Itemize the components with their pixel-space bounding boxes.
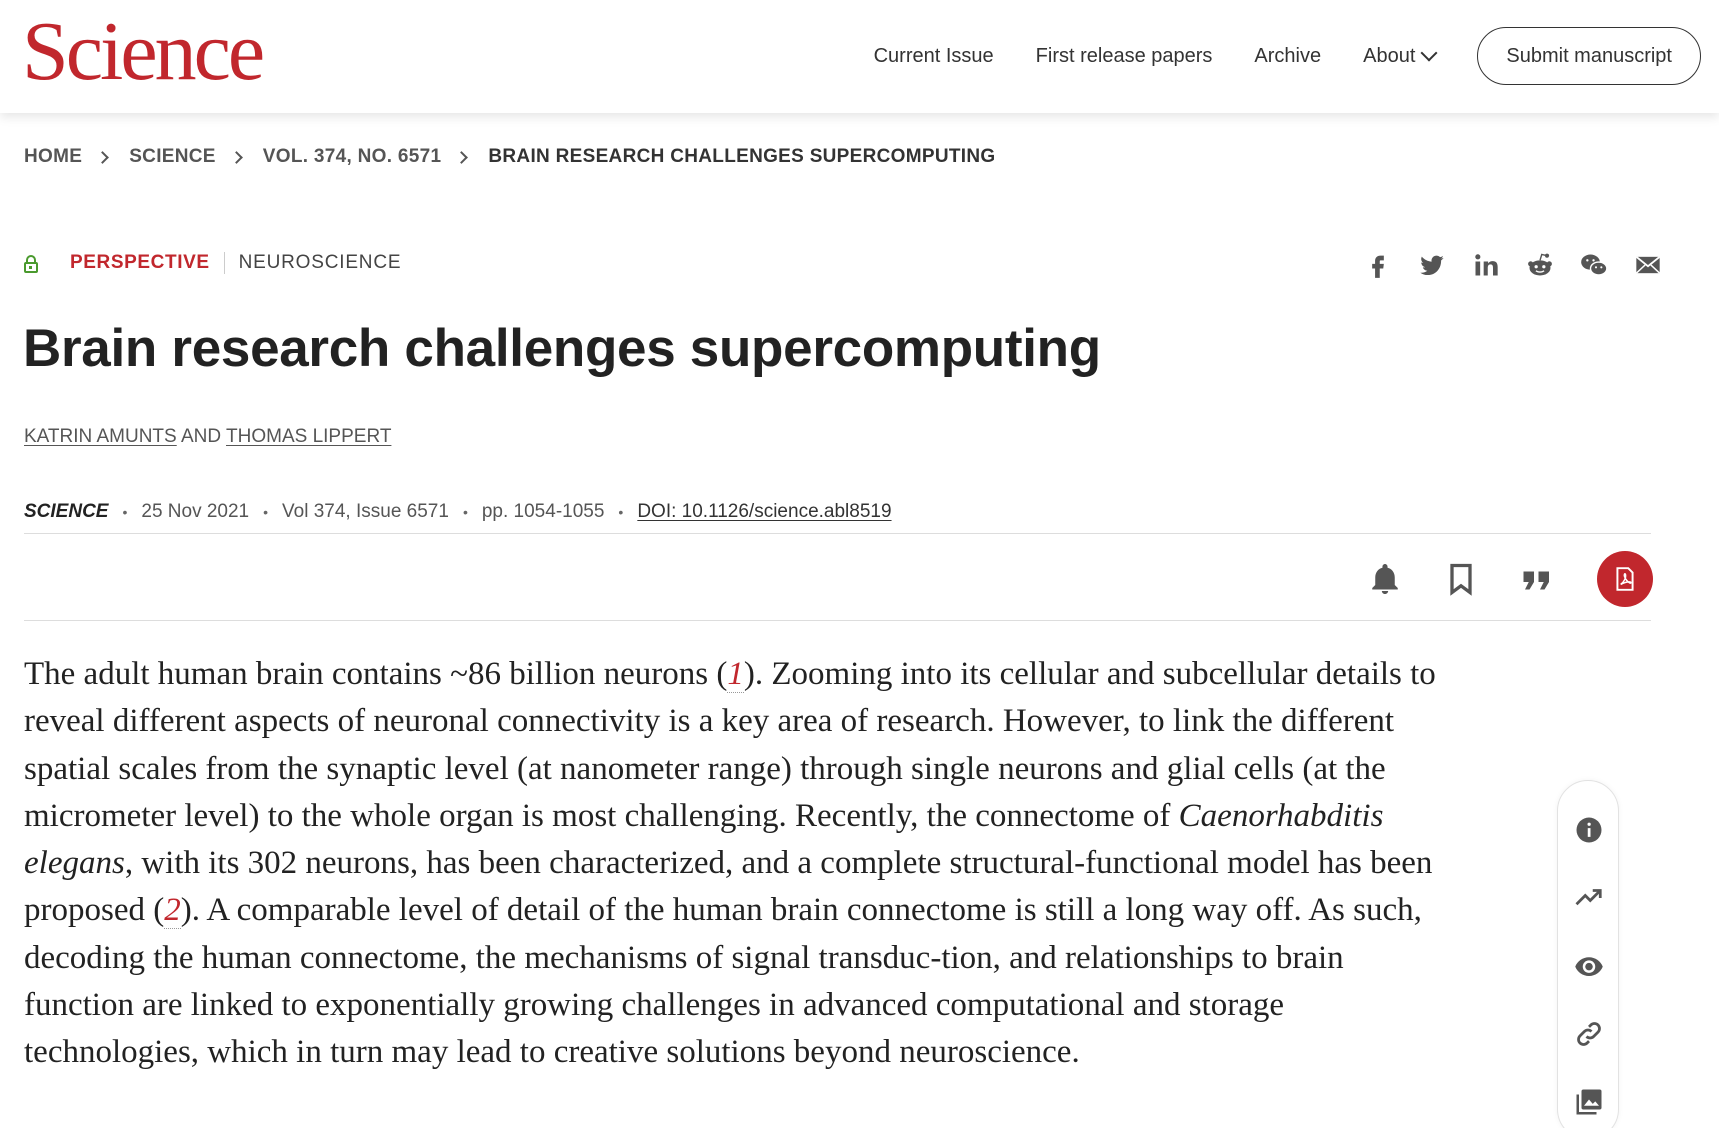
divider — [24, 533, 1651, 534]
breadcrumb-volume[interactable]: VOL. 374, NO. 6571 — [263, 146, 442, 168]
chevron-right-icon — [455, 150, 469, 164]
separator-dot: • — [263, 504, 269, 520]
nav-about[interactable]: About — [1363, 44, 1438, 68]
info-icon[interactable] — [1573, 814, 1605, 846]
side-toolbar — [1557, 780, 1619, 1128]
article-type: PERSPECTIVE — [70, 252, 225, 274]
divider — [24, 620, 1651, 621]
author-link[interactable]: THOMAS LIPPERT — [226, 426, 391, 447]
nav-label: Current Issue — [873, 44, 994, 67]
twitter-icon[interactable] — [1417, 250, 1447, 280]
nav-label: First release papers — [1035, 44, 1213, 67]
article-title: Brain research challenges supercomputing — [23, 319, 1101, 378]
page-range: pp. 1054-1055 — [481, 501, 605, 522]
article-actions — [1329, 551, 1653, 607]
open-lock-icon — [24, 255, 38, 273]
separator-dot: • — [122, 504, 128, 520]
body-text: ). A comparable level of detail of the h… — [24, 892, 1422, 1071]
linkedin-icon[interactable] — [1471, 250, 1501, 280]
quote-icon[interactable] — [1517, 559, 1557, 599]
chevron-right-icon — [96, 150, 110, 164]
journal-name: SCIENCE — [24, 501, 109, 522]
bell-icon[interactable] — [1365, 559, 1405, 599]
science-logo[interactable]: Science — [22, 10, 265, 94]
author-list: KATRIN AMUNTS AND THOMAS LIPPERT — [24, 426, 391, 448]
author-joiner: AND — [180, 426, 222, 447]
image-icon[interactable] — [1573, 1086, 1605, 1118]
link-icon[interactable] — [1573, 1018, 1605, 1050]
nav-current-issue[interactable]: Current Issue — [874, 45, 994, 68]
pdf-icon — [1616, 567, 1634, 591]
reference-link[interactable]: 2 — [164, 892, 181, 930]
breadcrumb-science[interactable]: SCIENCE — [129, 146, 216, 168]
share-bar — [1339, 250, 1663, 280]
site-header: Science Current Issue First release pape… — [0, 0, 1719, 113]
body-text: The adult human brain contains ~86 billi… — [24, 656, 728, 692]
chevron-down-icon — [1420, 44, 1438, 62]
facebook-icon[interactable] — [1363, 250, 1393, 280]
pdf-download-button[interactable] — [1597, 551, 1653, 607]
chevron-right-icon — [229, 150, 243, 164]
volume-issue: Vol 374, Issue 6571 — [282, 501, 449, 522]
author-link[interactable]: KATRIN AMUNTS — [24, 426, 177, 447]
reddit-icon[interactable] — [1525, 250, 1555, 280]
breadcrumb-home[interactable]: HOME — [24, 146, 82, 168]
bookmark-icon[interactable] — [1441, 559, 1481, 599]
article-subject[interactable]: NEUROSCIENCE — [225, 252, 402, 274]
article-meta-row: PERSPECTIVE NEUROSCIENCE — [24, 252, 401, 274]
reference-link[interactable]: 1 — [727, 656, 744, 693]
wechat-icon[interactable] — [1579, 250, 1609, 280]
email-icon[interactable] — [1633, 250, 1663, 280]
breadcrumb: HOME SCIENCE VOL. 374, NO. 6571 BRAIN RE… — [24, 146, 995, 168]
main-nav: Current Issue First release papers Archi… — [874, 27, 1701, 85]
breadcrumb-current: BRAIN RESEARCH CHALLENGES SUPERCOMPUTING — [488, 146, 996, 167]
separator-dot: • — [618, 504, 624, 520]
submit-manuscript-button[interactable]: Submit manuscript — [1477, 27, 1701, 85]
citation-line: SCIENCE • 25 Nov 2021 • Vol 374, Issue 6… — [24, 501, 892, 523]
eye-icon[interactable] — [1573, 950, 1605, 982]
nav-archive[interactable]: Archive — [1254, 45, 1321, 68]
nav-label: About — [1363, 44, 1416, 67]
nav-label: Archive — [1254, 44, 1322, 67]
separator-dot: • — [462, 504, 468, 520]
nav-first-release[interactable]: First release papers — [1036, 45, 1213, 68]
doi-link[interactable]: DOI: 10.1126/science.abl8519 — [637, 501, 891, 523]
publication-date: 25 Nov 2021 — [141, 501, 250, 522]
trending-icon[interactable] — [1573, 882, 1605, 914]
article-body: The adult human brain contains ~86 billi… — [24, 651, 1456, 1077]
